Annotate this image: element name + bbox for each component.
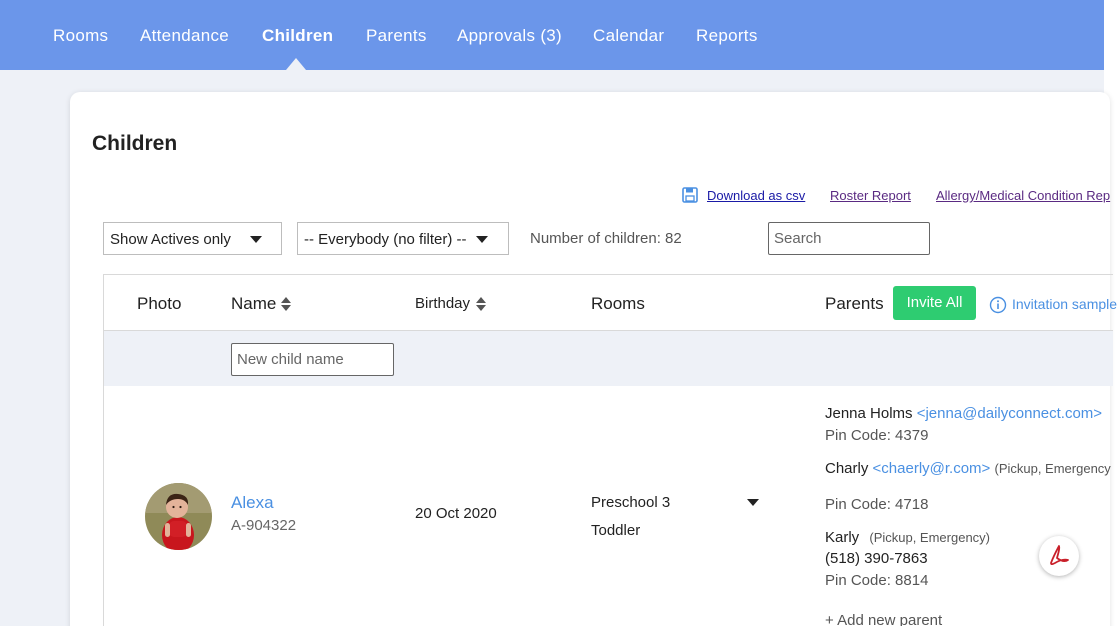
group-filter-select[interactable]: -- Everybody (no filter) -- [297,222,509,255]
parent-role: (Pickup, Emergency) [869,530,991,545]
nav-item-children[interactable]: Children [262,26,333,46]
parent-line: Charly <chaerly@r.com> (Pickup, Emergenc… [825,460,1111,477]
parent-pin-code: Pin Code: 4718 [825,496,929,513]
parent-name: Jenna Holms [825,405,913,422]
parent-name: Karly [825,529,860,546]
nav-item-reports[interactable]: Reports [696,26,758,46]
column-header-photo: Photo [137,294,182,313]
page-title: Children [92,132,178,155]
room-label: Toddler [591,522,641,539]
children-count: Number of children: 82 [530,230,682,247]
column-header-parents: Parents [825,294,884,313]
parent-line: Jenna Holms <jenna@dailyconnect.com> [825,405,1102,422]
roster-report-link[interactable]: Roster Report [830,188,911,203]
parent-email-link[interactable]: <chaerly@r.com> [873,460,991,477]
sort-icon[interactable] [475,296,487,312]
group-filter-value: -- Everybody (no filter) -- [304,231,467,248]
child-id: A-904322 [231,517,297,534]
info-icon[interactable] [989,296,1007,314]
rooms-dropdown-icon[interactable] [747,499,759,506]
child-photo-avatar[interactable] [145,483,212,550]
pdf-icon [1050,545,1069,566]
active-tab-caret [286,58,306,70]
add-new-parent-link[interactable]: + Add new parent [825,612,942,626]
parent-line: Karly (Pickup, Emergency) [825,529,990,546]
nav-item-calendar[interactable]: Calendar [593,26,664,46]
parent-name: Charly [825,460,869,477]
nav-item-rooms[interactable]: Rooms [53,26,108,46]
column-header-rooms: Rooms [591,294,645,313]
chevron-down-icon [476,236,488,243]
invite-all-button[interactable]: Invite All [893,286,976,320]
invitation-sample-link[interactable]: Invitation sample [1012,296,1117,312]
download-csv-link[interactable]: Download as csv [707,188,805,203]
parent-email-link[interactable]: <jenna@dailyconnect.com> [917,405,1102,422]
column-header-name[interactable]: Name [231,294,276,314]
child-birthday: 20 Oct 2020 [415,505,497,522]
chevron-down-icon [250,236,262,243]
parent-pin-code: Pin Code: 4379 [825,427,929,444]
children-table [103,274,1113,626]
parent-pin-code: Pin Code: 8814 [825,572,929,589]
parent-phone: (518) 390-7863 [825,550,928,567]
nav-item-attendance[interactable]: Attendance [140,26,229,46]
nav-item-parents[interactable]: Parents [366,26,427,46]
allergy-report-link[interactable]: Allergy/Medical Condition Rep [936,188,1110,203]
nav-item-approvals[interactable]: Approvals (3) [457,26,562,46]
status-filter-select[interactable]: Show Actives only [103,222,282,255]
status-filter-value: Show Actives only [110,231,231,248]
room-label: Preschool 3 [591,494,671,511]
pdf-export-button[interactable] [1039,536,1079,576]
parent-role: (Pickup, Emergency [994,461,1111,476]
column-header-birthday[interactable]: Birthday [415,295,470,312]
search-input[interactable] [768,222,930,255]
child-photo [145,483,212,550]
new-child-name-input[interactable] [231,343,394,376]
top-nav: Rooms Attendance Children Parents Approv… [0,0,1104,70]
child-name-link[interactable]: Alexa [231,493,274,513]
floppy-disk-icon [682,187,698,203]
sort-icon[interactable] [280,296,292,312]
